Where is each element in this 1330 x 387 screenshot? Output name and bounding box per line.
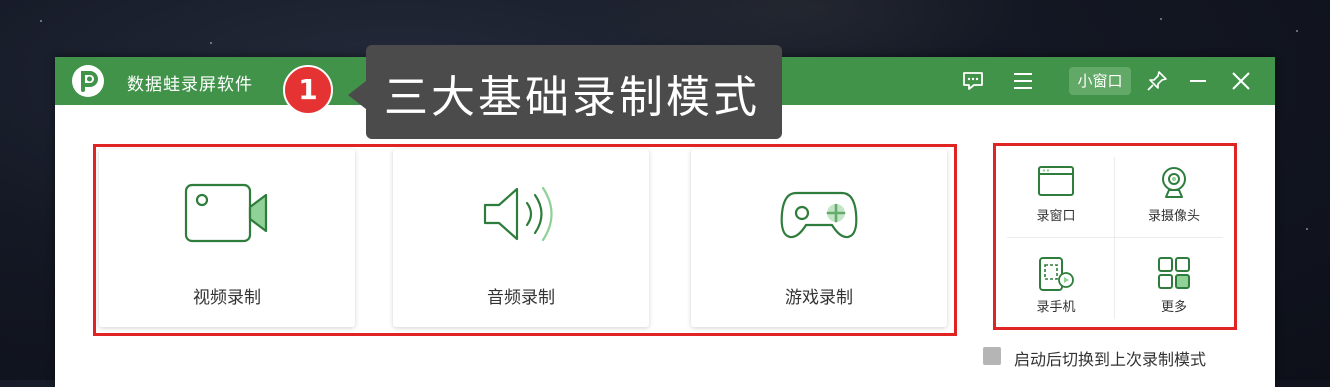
pin-icon[interactable] bbox=[1145, 69, 1169, 93]
video-record-label: 视频录制 bbox=[193, 288, 261, 308]
audio-record-label: 音频录制 bbox=[487, 288, 555, 308]
window-icon bbox=[1037, 165, 1075, 201]
game-record-label: 游戏录制 bbox=[785, 288, 853, 308]
game-record-card[interactable]: 游戏录制 bbox=[691, 149, 947, 327]
gamepad-icon bbox=[778, 183, 860, 247]
restore-mode-label[interactable]: 启动后切换到上次录制模式 bbox=[1014, 346, 1206, 370]
star bbox=[1160, 18, 1162, 20]
record-phone-button[interactable]: 录手机 bbox=[997, 238, 1115, 329]
video-record-card[interactable]: 视频录制 bbox=[99, 149, 355, 327]
more-tools-label: 更多 bbox=[1160, 300, 1187, 315]
record-phone-label: 录手机 bbox=[1036, 300, 1076, 315]
more-tools-button[interactable]: 更多 bbox=[1115, 238, 1233, 329]
grid-icon bbox=[1157, 256, 1191, 294]
app-title: 数据蛙录屏软件 bbox=[127, 75, 253, 95]
star bbox=[1296, 30, 1298, 32]
restore-mode-checkbox[interactable] bbox=[983, 347, 1001, 365]
mini-window-button[interactable]: 小窗口 bbox=[1069, 67, 1131, 95]
step-badge: 1 bbox=[283, 65, 333, 115]
quick-tools-panel: 录窗口 录摄像头 录手机 更多 bbox=[997, 147, 1233, 329]
app-logo-icon bbox=[72, 65, 104, 97]
feedback-icon[interactable] bbox=[961, 69, 985, 93]
video-camera-icon bbox=[184, 183, 270, 247]
close-icon[interactable] bbox=[1229, 69, 1253, 93]
phone-icon bbox=[1036, 256, 1076, 296]
minimize-icon[interactable] bbox=[1186, 69, 1210, 93]
star bbox=[210, 42, 212, 44]
star bbox=[40, 20, 42, 22]
webcam-icon bbox=[1157, 165, 1191, 203]
record-webcam-label: 录摄像头 bbox=[1147, 209, 1200, 224]
record-window-label: 录窗口 bbox=[1036, 209, 1076, 224]
annotation-callout: 三大基础录制模式 bbox=[348, 45, 782, 139]
record-window-button[interactable]: 录窗口 bbox=[997, 147, 1115, 238]
audio-record-card[interactable]: 音频录制 bbox=[393, 149, 649, 327]
record-webcam-button[interactable]: 录摄像头 bbox=[1115, 147, 1233, 238]
menu-icon[interactable] bbox=[1011, 69, 1035, 93]
speaker-icon bbox=[481, 183, 561, 249]
star bbox=[1306, 228, 1308, 230]
callout-text: 三大基础录制模式 bbox=[384, 72, 760, 123]
